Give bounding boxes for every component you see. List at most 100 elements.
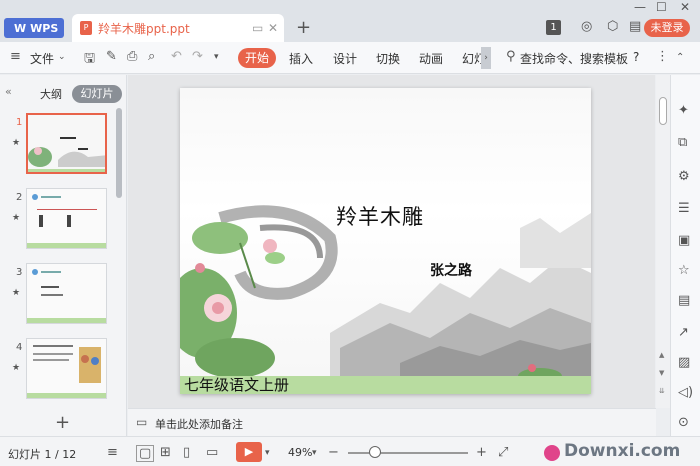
file-menu[interactable]: 文件 [30,50,54,67]
add-slide-button[interactable]: + [55,412,70,433]
animation-star-icon: ★ [12,288,21,298]
slide-editing-area: 羚羊木雕 张之路 七年级语文上册 [128,75,655,408]
slide-author[interactable]: 张之路 [430,260,472,280]
hamburger-menu-icon[interactable]: ≡ [10,49,21,64]
tab-scroll-right-button[interactable]: › [481,47,491,69]
thumb-number: 1 [16,117,23,128]
copy-style-icon[interactable]: ⧉ [678,135,687,150]
scrollbar-thumb[interactable] [659,97,667,125]
more-options-icon[interactable]: ⋮ [656,49,669,64]
archive-icon[interactable]: ▤ [678,293,690,308]
status-bar: 幻灯片 1 / 12 ≡ ▢ ⊞ ▯ ▭ ▶ ▾ 49% ▾ − + ⤢ Dow… [0,436,700,466]
watermark-text: Downxi.com [564,441,681,461]
zoom-level[interactable]: 49% [288,446,312,459]
new-tab-button[interactable]: + [296,17,311,38]
maximize-button[interactable]: ☐ [656,0,667,14]
redo-icon[interactable]: ↷ [192,49,203,64]
tab-animation[interactable]: 动画 [419,50,443,67]
search-icon[interactable]: ⚲ [506,49,516,64]
smart-beautify-icon[interactable]: ✦ [678,103,689,118]
menu-icon[interactable]: ▤ [629,19,641,34]
play-slideshow-button[interactable]: ▶ [236,442,262,462]
animation-star-icon: ★ [12,363,21,373]
document-tab[interactable]: P 羚羊木雕ppt.ppt ▭ ✕ [72,14,284,42]
window-count-badge[interactable]: 1 [546,20,561,35]
slide-thumbnail-4[interactable] [26,338,107,399]
tab-home[interactable]: 开始 [238,48,276,68]
scroll-up-icon[interactable]: ▲ [659,351,664,359]
tab-popout-icon[interactable]: ▭ [252,21,263,35]
slide-title[interactable]: 羚羊木雕 [336,201,424,231]
tab-slides[interactable]: 幻灯片 [72,85,122,103]
current-slide[interactable]: 羚羊木雕 张之路 七年级语文上册 [180,88,591,394]
title-bar: W WPS P 羚羊木雕ppt.ppt ▭ ✕ + 1 ◎ ⬡ ▤ — ☐ ✕ … [0,0,700,42]
slide-thumbnail-2[interactable] [26,188,107,249]
zoom-out-button[interactable]: − [328,445,339,460]
zoom-slider-knob[interactable] [369,446,381,458]
chevron-down-icon[interactable]: ⌄ [58,52,66,62]
more-tools-icon[interactable]: ⊙ [678,415,689,430]
thumbnail-image [28,115,105,172]
tab-close-icon[interactable]: ✕ [268,21,278,35]
slide-counter: 幻灯片 1 / 12 [8,448,77,461]
thumbnail-image [27,339,106,398]
login-button[interactable]: 未登录 [644,19,690,37]
notes-placeholder[interactable]: 单击此处添加备注 [155,416,243,432]
zoom-slider[interactable] [348,452,468,454]
animation-star-icon: ★ [12,213,21,223]
help-button[interactable]: ? [633,50,639,64]
close-window-button[interactable]: ✕ [680,0,690,14]
minimize-button[interactable]: — [634,0,646,14]
collapse-ribbon-icon[interactable]: ⌃ [676,52,684,63]
app-tab-wps[interactable]: W WPS [4,18,64,38]
presenter-view-icon[interactable]: ▭ [206,445,218,460]
slide-thumbnail-1[interactable] [26,113,107,174]
canvas-scrollbar[interactable]: ▲ ▼ ⇊ [656,75,670,408]
image-tool-icon[interactable]: ▣ [678,233,690,248]
notes-toggle-icon[interactable]: ≡ [107,445,118,460]
quick-access-dropdown-icon[interactable]: ▾ [214,52,219,62]
properties-icon[interactable]: ⚙ [678,169,690,184]
thumb-number: 3 [16,267,23,278]
slide-background-painting [180,205,591,384]
tab-insert[interactable]: 插入 [289,50,313,67]
ribbon-toolbar: ≡ 文件 ⌄ 🖫 ✎ ⎙ ⌕ ↶ ↷ ▾ 开始 插入 设计 切换 动画 幻灯 ›… [0,42,700,74]
adjust-icon[interactable]: ☰ [678,201,690,216]
command-search[interactable]: 查找命令、搜索模板 [520,50,628,67]
skin-icon[interactable]: ◎ [581,19,592,34]
scroll-down-icon[interactable]: ▼ [659,369,664,377]
thumb-number: 4 [16,342,23,353]
fit-window-icon[interactable]: ⤢ [498,445,508,460]
right-sidebar: ✦ ⧉ ⚙ ☰ ▣ ☆ ▤ ↗ ▨ ◁) ⊙ [670,75,700,436]
tab-outline[interactable]: 大纲 [40,86,62,102]
page-down-icon[interactable]: ⇊ [659,387,665,395]
normal-view-icon[interactable]: ▢ [136,445,155,462]
app-tab-label: WPS [30,21,59,35]
message-icon[interactable]: ⬡ [607,19,618,34]
undo-icon[interactable]: ↶ [171,49,182,64]
reading-view-icon[interactable]: ▯ [183,445,190,460]
thumbnail-image [27,264,106,323]
format-painter-icon[interactable]: ✎ [106,49,117,64]
thumb-number: 2 [16,192,23,203]
save-icon[interactable]: 🖫 [84,49,95,71]
slide-grade-text[interactable]: 七年级语文上册 [184,374,289,394]
picture-icon[interactable]: ▨ [678,355,690,370]
print-icon[interactable]: ⎙ [127,49,137,64]
notes-bar[interactable]: ▭ 单击此处添加备注 [128,408,656,436]
document-tab-label: 羚羊木雕ppt.ppt [98,21,190,36]
zoom-dropdown-icon[interactable]: ▾ [312,448,317,458]
slideshow-dropdown-icon[interactable]: ▾ [265,448,270,458]
slide-thumbnail-3[interactable] [26,263,107,324]
share-icon[interactable]: ↗ [678,325,689,340]
slides-panel: « 大纲 幻灯片 1 ★ 2 ★ 3 ★ 4 ★ + [0,75,127,436]
collapse-panel-icon[interactable]: « [5,85,12,98]
star-icon[interactable]: ☆ [678,263,690,278]
slides-panel-scrollbar[interactable] [116,108,122,198]
slide-sorter-icon[interactable]: ⊞ [160,445,171,460]
zoom-in-button[interactable]: + [476,445,487,460]
audio-icon[interactable]: ◁) [678,385,693,400]
print-preview-icon[interactable]: ⌕ [148,49,155,64]
tab-transition[interactable]: 切换 [376,50,400,67]
tab-design[interactable]: 设计 [333,50,357,67]
